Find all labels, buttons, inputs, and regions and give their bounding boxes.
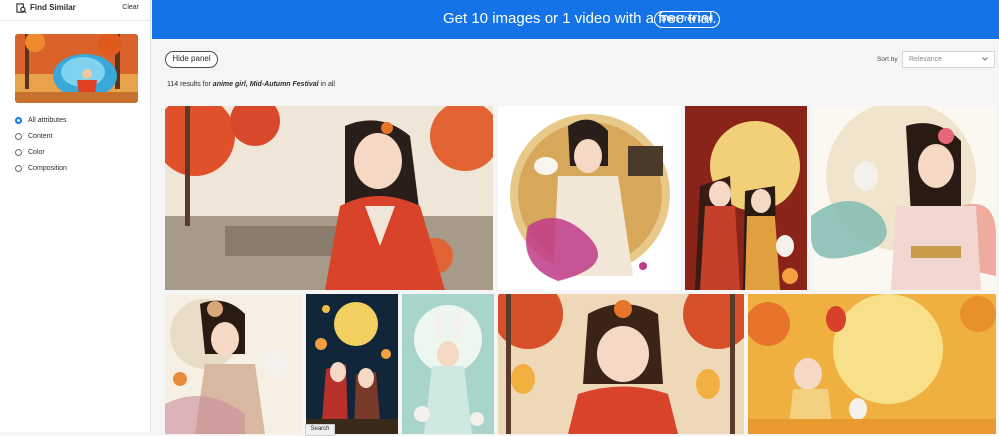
option-label: Content [28, 132, 53, 140]
panel-header: Find Similar Clear [0, 0, 151, 21]
free-trial-banner: Get 10 images or 1 video with a free tri… [152, 0, 999, 39]
option-all-attributes[interactable]: All attributes [15, 114, 67, 126]
results-scope: in all [320, 81, 335, 88]
sort-by-label: Sort by [877, 56, 898, 63]
option-color[interactable]: Color [15, 146, 45, 158]
image-tile-two-girls-full-moon-rabbit[interactable] [685, 106, 807, 290]
radio-content[interactable] [15, 132, 22, 140]
hide-panel-button[interactable]: Hide panel [165, 51, 218, 68]
image-tile-autumn-girl-red-hanfu[interactable] [165, 106, 493, 290]
image-tile-smiling-girl-rabbit-floral[interactable] [811, 106, 996, 290]
option-content[interactable]: Content [15, 130, 53, 142]
sort-value: Relevance [909, 56, 943, 63]
image-tile-chibi-girl-autumn-lanterns[interactable] [498, 294, 744, 434]
clear-button[interactable]: Clear [122, 4, 139, 11]
radio-all-attributes[interactable] [15, 116, 22, 124]
results-count: 114 results for [167, 81, 211, 88]
image-tile-girl-with-rabbit-moon-circle[interactable] [498, 106, 681, 290]
results-summary: 114 results for anime girl, Mid-Autumn F… [167, 81, 335, 88]
chevron-down-icon [982, 57, 988, 61]
results-query: anime girl, Mid-Autumn Festival [212, 81, 319, 88]
sort-dropdown[interactable]: Relevance [902, 51, 995, 68]
radio-color[interactable] [15, 148, 22, 156]
option-label: Color [28, 148, 45, 156]
image-tile-bunny-ears-girl-teal[interactable] [402, 294, 494, 434]
image-tile-child-full-moon-rabbit[interactable] [748, 294, 996, 434]
option-label: Composition [28, 164, 67, 172]
find-similar-icon [16, 3, 27, 14]
reference-image-thumbnail[interactable] [15, 34, 138, 103]
start-free-trial-button[interactable]: Start free trial [654, 11, 720, 28]
image-tile-girl-with-rabbit-lantern[interactable] [165, 294, 302, 434]
search-tooltip: Search [305, 424, 335, 436]
find-similar-panel: Find Similar Clear All attributes Conten… [0, 0, 151, 432]
image-tile-children-lanterns-night[interactable] [306, 294, 398, 434]
panel-title: Find Similar [30, 3, 76, 12]
option-label: All attributes [28, 116, 67, 124]
option-composition[interactable]: Composition [15, 162, 67, 174]
radio-composition[interactable] [15, 164, 22, 172]
